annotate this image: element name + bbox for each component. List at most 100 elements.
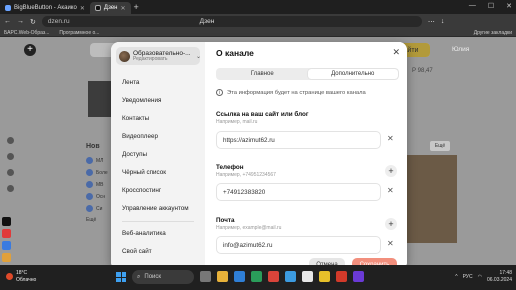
back-icon[interactable]: ← (4, 18, 11, 25)
clear-site-icon[interactable]: ✕ (387, 134, 394, 143)
menu-item-contacts[interactable]: Контакты (122, 110, 194, 128)
yandex-browser-icon[interactable] (319, 271, 330, 282)
menu-item-own-site[interactable]: Свой сайт (122, 243, 194, 261)
tab-favicon-icon (94, 5, 101, 11)
weather-widget[interactable]: 18°C Облачно (6, 270, 36, 283)
clear-email-icon[interactable]: ✕ (387, 239, 394, 248)
phone-label: Телефон (216, 164, 244, 171)
profile-switcher[interactable]: Образовательно-... Редактировать ⌄ (116, 47, 202, 65)
modal-main: О канале ✕ Главное Дополнительно i Эта и… (205, 42, 407, 270)
background-left-nav (4, 137, 16, 192)
site-input[interactable]: https://azimut62.ru (216, 131, 381, 149)
modal-title: О канале (216, 48, 254, 58)
app-icon[interactable] (285, 271, 296, 282)
app-icon[interactable] (268, 271, 279, 282)
info-icon: i (216, 89, 223, 96)
address-page-title: Дзен (199, 18, 215, 25)
store-icon[interactable] (234, 271, 245, 282)
tab-main[interactable]: Главное (217, 69, 308, 79)
wifi-icon[interactable]: ◠ (478, 274, 482, 280)
maximize-icon[interactable]: ☐ (488, 2, 494, 10)
settings-menu: Лента Уведомления Контакты Видеоплеер До… (122, 74, 194, 261)
app-icon[interactable] (353, 271, 364, 282)
clock-date: 06.03.2024 (486, 276, 512, 283)
app-icon[interactable] (2, 241, 11, 250)
system-tray: ^ РУС ◠ 17:48 06.03.2024 (455, 270, 512, 283)
language-indicator[interactable]: РУС (463, 274, 473, 280)
app-icon[interactable] (302, 271, 313, 282)
add-email-button[interactable]: + (385, 218, 397, 230)
tab-label: Дзен (103, 5, 118, 11)
app-icon[interactable] (336, 271, 347, 282)
background-image (88, 81, 112, 117)
menu-item-access[interactable]: Доступы (122, 146, 194, 164)
window-controls: — ☐ ✕ (469, 2, 512, 10)
site-hint: Например, mail.ru (216, 119, 258, 125)
browser-tab[interactable]: BigBlueButton - Акаико ✕ (0, 2, 90, 14)
app-icon[interactable] (200, 271, 211, 282)
browser-tab-active[interactable]: Дзен ✕ (89, 2, 131, 14)
email-input[interactable]: info@azimut62.ru (216, 236, 381, 254)
list-item: Боле (86, 169, 108, 176)
tray-chevron-icon[interactable]: ^ (455, 274, 457, 280)
browser-tabbar: BigBlueButton - Акаико ✕ Дзен ✕ + — ☐ ✕ (0, 0, 516, 14)
email-value: info@azimut62.ru (223, 241, 273, 249)
list-item: Осн (86, 193, 108, 200)
menu-item-video-player[interactable]: Видеоплеер (122, 128, 194, 146)
add-phone-button[interactable]: + (385, 165, 397, 177)
email-hint: Например, example@mail.ru (216, 225, 282, 231)
app-icon[interactable] (2, 229, 11, 238)
menu-item-web-analytics[interactable]: Веб-аналитика (122, 225, 194, 243)
profile-edit-link[interactable]: Редактировать (133, 56, 193, 63)
explorer-icon[interactable] (217, 271, 228, 282)
address-bar[interactable]: dzen.ru Дзен (41, 16, 422, 27)
forward-icon[interactable]: → (17, 18, 24, 25)
bookmark-item[interactable]: БАРС.Web-Образ... (4, 30, 49, 36)
phone-hint: Например, +74951234567 (216, 172, 276, 178)
background-more-button: Ещё (430, 141, 450, 151)
tab-additional[interactable]: Дополнительно (307, 69, 398, 79)
tiktok-icon[interactable] (2, 217, 11, 226)
menu-item-crossposting[interactable]: Кросспостинг (122, 182, 194, 200)
clock[interactable]: 17:48 06.03.2024 (487, 270, 512, 283)
phone-value: +74912383820 (223, 188, 266, 196)
bookmark-item[interactable]: Программное о... (59, 30, 99, 36)
taskbar-search[interactable]: ⌕ Поиск (132, 270, 194, 284)
tab-label: BigBlueButton - Акаико (14, 5, 77, 11)
menu-item-notifications[interactable]: Уведомления (122, 92, 194, 110)
menu-divider (122, 221, 194, 222)
close-icon[interactable]: ✕ (392, 47, 400, 58)
reload-icon[interactable]: ↻ (30, 18, 36, 26)
list-item: МВ (86, 181, 108, 188)
background-news-heading: Нов (86, 143, 100, 150)
info-notice: i Эта информация будет на странице вашег… (216, 89, 366, 96)
windows-start-icon[interactable] (116, 272, 126, 282)
bookmarks-bar: БАРС.Web-Образ... Программное о... Други… (0, 29, 516, 37)
site-value: https://azimut62.ru (223, 136, 275, 144)
menu-item-blacklist[interactable]: Чёрный список (122, 164, 194, 182)
minimize-icon[interactable]: — (469, 2, 476, 10)
weather-icon (6, 273, 13, 280)
search-icon: ⌕ (137, 273, 141, 280)
tab-close-icon[interactable]: ✕ (120, 5, 125, 12)
app-icon[interactable] (2, 253, 11, 262)
background-card-image (405, 155, 457, 243)
menu-item-account[interactable]: Управление аккаунтом (122, 200, 194, 218)
segment-control: Главное Дополнительно (216, 68, 399, 80)
app-icon[interactable] (251, 271, 262, 282)
phone-input[interactable]: +74912383820 (216, 183, 381, 201)
channel-settings-modal: Образовательно-... Редактировать ⌄ Лента… (111, 42, 407, 270)
clear-phone-icon[interactable]: ✕ (387, 186, 394, 195)
browser-toolbar: ← → ↻ dzen.ru Дзен ⋯ ↓ (0, 14, 516, 29)
tab-close-icon[interactable]: ✕ (80, 5, 85, 12)
background-stock: Р 98,47 (412, 68, 433, 74)
create-plus-icon[interactable]: + (24, 44, 36, 56)
menu-item-feed[interactable]: Лента (122, 74, 194, 92)
other-bookmarks[interactable]: Другие закладки (474, 30, 512, 36)
close-window-icon[interactable]: ✕ (506, 2, 512, 10)
download-icon[interactable]: ↓ (441, 18, 445, 25)
chevron-down-icon: ⌄ (196, 53, 202, 60)
new-tab-icon[interactable]: + (134, 2, 139, 12)
extensions-icon[interactable]: ⋯ (428, 18, 435, 26)
address-url: dzen.ru (47, 18, 70, 25)
